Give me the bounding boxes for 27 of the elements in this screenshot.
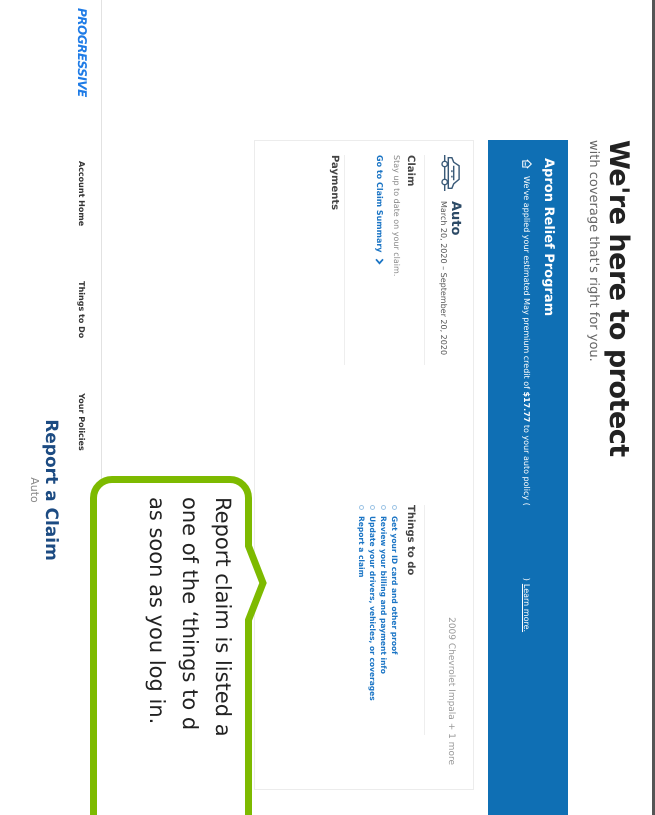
vehicle-summary: 2009 Chevrolet Impala + 1 more — [446, 617, 456, 765]
bullet-icon — [370, 505, 375, 510]
banner-message: We've applied your estimated May premium credit of $17.77 to your auto policy ( — [522, 176, 532, 506]
nav-link[interactable]: Things to Do — [78, 281, 86, 338]
banner-separator: ) — [522, 578, 532, 581]
page-subheading: with coverage that's right for you. — [586, 140, 601, 364]
section-title: Things to do — [405, 505, 416, 578]
section-subheading: Auto — [28, 477, 41, 503]
chevron-right-icon — [375, 258, 384, 265]
banner-title: Apron Relief Program — [541, 158, 556, 318]
section-title: Claim — [405, 155, 416, 188]
policy-name: Auto — [448, 201, 463, 238]
policy-dates: March 20, 2020 – September 20, 2020 — [439, 201, 448, 356]
bullet-icon — [392, 505, 397, 510]
learn-more-link[interactable]: Learn more. — [522, 584, 532, 632]
section-title: Payments — [329, 155, 345, 365]
callout-text: Report claim is listed a one of the ‘things to d as soon as you log in. — [144, 497, 236, 739]
page-heading: We're here to protect — [603, 140, 634, 459]
nav-link[interactable]: Account Home — [78, 161, 86, 226]
section-heading: Report a Claim — [41, 419, 61, 561]
claim-summary-link[interactable]: Go to Claim Summary — [375, 155, 384, 265]
bullet-icon — [359, 505, 364, 510]
section-text: Stay up to date on your claim. — [392, 155, 401, 278]
nav-link[interactable]: Your Policies — [78, 393, 86, 451]
brand-logo[interactable]: PROGRESSIVE — [75, 8, 89, 106]
bullet-icon — [381, 505, 386, 510]
car-icon — [439, 155, 463, 191]
